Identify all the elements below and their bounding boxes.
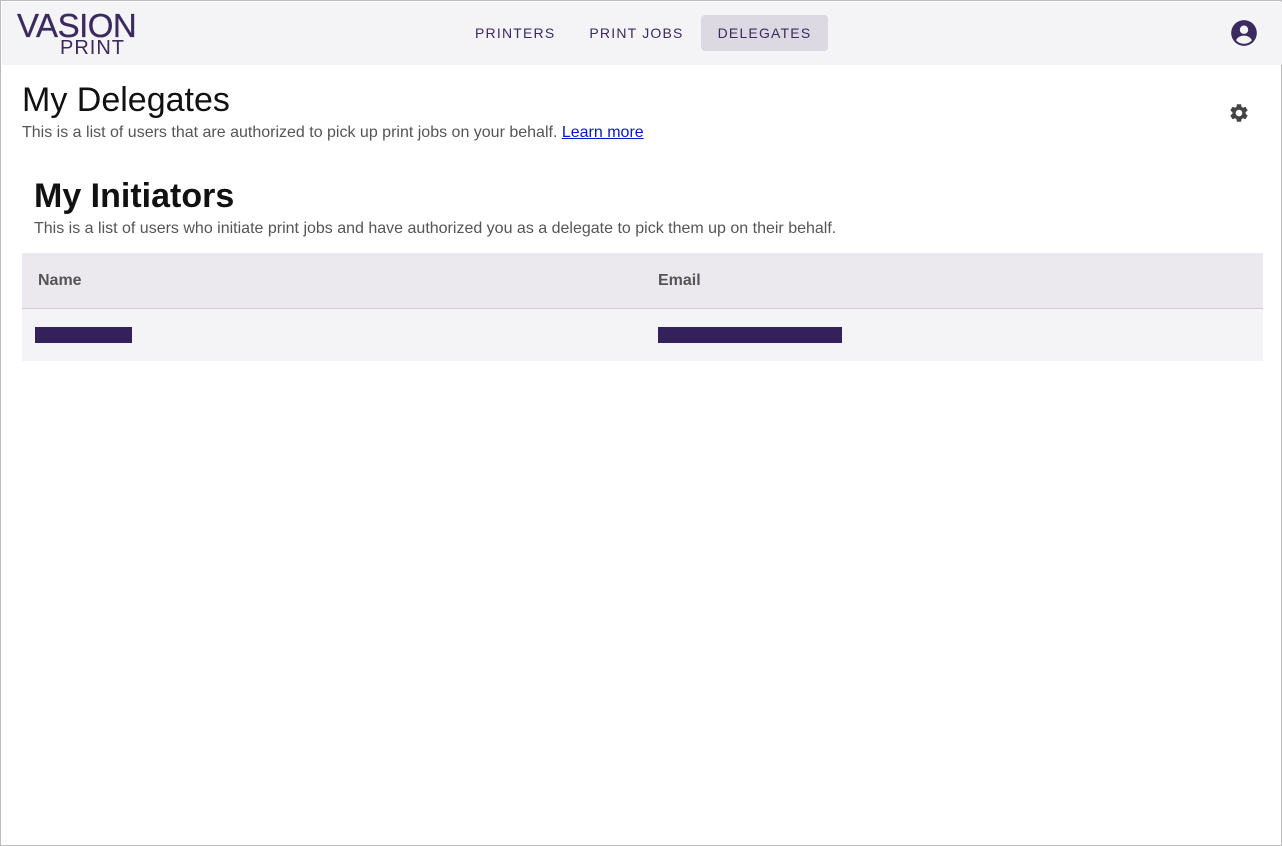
settings-button[interactable] [1228,102,1250,124]
initiators-title: My Initiators [34,177,235,215]
account-circle-icon [1231,20,1257,46]
redacted-name [35,326,132,343]
table-row[interactable] [22,309,1263,361]
tab-print-jobs[interactable]: PRINT JOBS [572,15,700,51]
page-description-text: This is a list of users that are authori… [22,124,558,141]
redacted-email [658,326,842,343]
vasion-print-logo[interactable]: VASION PRINT [17,9,192,59]
top-app-bar: VASION PRINT PRINTERS PRINT JOBS DELEGAT… [2,2,1282,65]
logo-wordmark-bottom: PRINT [60,37,125,59]
cell-email [658,326,842,344]
gear-icon [1230,104,1248,122]
initiators-table: Name Email [22,253,1263,361]
column-header-email[interactable]: Email [642,272,701,290]
tab-printers[interactable]: PRINTERS [458,15,572,51]
page-title: My Delegates [22,81,230,119]
main-nav: PRINTERS PRINT JOBS DELEGATES [458,15,829,51]
cell-name [22,326,658,344]
column-header-name[interactable]: Name [22,272,642,290]
learn-more-link[interactable]: Learn more [562,124,644,141]
account-button[interactable] [1230,19,1258,47]
app-window: VASION PRINT PRINTERS PRINT JOBS DELEGAT… [0,0,1282,846]
tab-delegates[interactable]: DELEGATES [700,15,829,51]
initiators-description: This is a list of users who initiate pri… [34,220,837,237]
table-header: Name Email [22,253,1263,309]
page-description: This is a list of users that are authori… [22,123,644,143]
